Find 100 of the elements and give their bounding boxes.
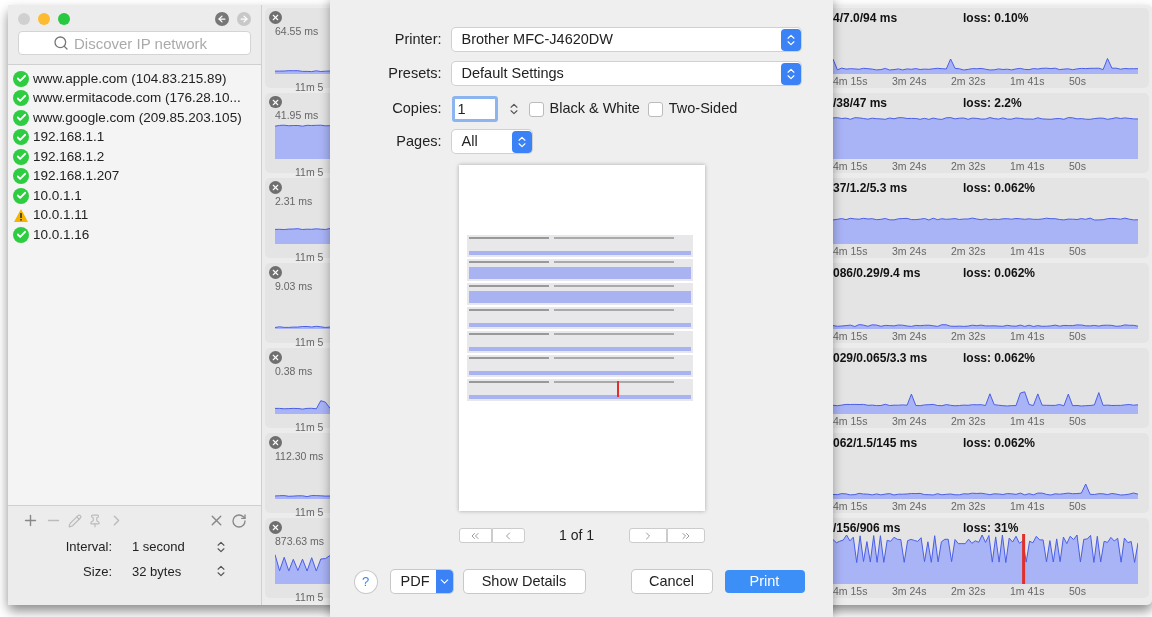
close-icon[interactable] [269,436,282,449]
host-list-item[interactable]: 192.168.1.2 [13,147,256,167]
setting-value[interactable]: 32 bytes [132,561,214,581]
checkbox-label: Black & White [549,99,640,119]
axis-tick-label: 4m 15s [833,584,869,598]
max-latency-label: 112.30 ms [274,449,325,464]
axis-tick-label: 50s [1069,499,1087,513]
previous-page-button[interactable] [491,528,525,543]
latency-sparkline [275,325,330,329]
forward-icon[interactable] [237,12,251,26]
axis-tick-label: 3m 24s [892,244,928,258]
loss-label: loss: 2.2% [963,95,1022,108]
close-icon[interactable] [269,181,282,194]
refresh-icon[interactable] [231,512,247,529]
checkbox-label: Two-Sided [668,99,738,119]
popup-arrows-icon [780,28,801,51]
search-icon [53,35,69,51]
max-latency-label: 9.03 ms [274,279,314,294]
latency-sparkline [275,227,330,244]
latency-stats: 086/0.29/9.4 ms [833,265,922,278]
axis-tick-label: 11m 5 [295,591,324,603]
field-label: Copies: [391,99,443,119]
axis-tick-label: 2m 32s [951,244,987,258]
axis-tick-label: 4m 15s [833,329,869,343]
max-latency-label: 41.95 ms [274,108,320,124]
add-icon[interactable] [22,512,39,529]
axis-tick-label: 1m 41s [1010,499,1046,513]
field-label: Presets: [387,63,443,83]
pencil-icon[interactable] [68,513,82,528]
axis-tick-label: 11m 5 [295,506,324,518]
axis-tick-label: 50s [1069,584,1087,598]
latency-stats: /38/47 ms [833,95,889,108]
window-zoom-control[interactable] [58,13,70,25]
axis-tick-label: 4m 15s [833,499,869,513]
pin-icon[interactable] [88,513,102,528]
axis-tick-label: 4m 15s [833,159,869,173]
close-icon[interactable] [269,266,282,279]
axis-tick-label: 11m 5 [295,251,324,263]
axis-tick-label: 1m 41s [1010,414,1046,428]
axis-tick-label: 11m 5 [295,421,324,433]
close-icon[interactable] [269,351,282,364]
axis-tick-label: 1m 41s [1010,74,1046,88]
caret-icon [435,570,453,593]
popup-menu[interactable]: Brother MFC-J4620DW [451,28,801,51]
close-icon[interactable] [269,96,282,109]
axis-tick-label: 4m 15s [833,414,869,428]
host-list-item[interactable]: www.apple.com (104.83.215.89) [13,69,256,89]
pdf-menu-button[interactable]: PDF [390,570,453,593]
latency-stats: 062/1.5/145 ms [833,435,919,448]
setting-label: Interval: [64,538,112,556]
popup-menu[interactable]: Default Settings [451,62,801,85]
axis-tick-label: 4m 15s [833,244,869,258]
loss-label: loss: 0.062% [963,265,1036,278]
loss-label: loss: 0.062% [963,350,1036,363]
loss-label: loss: 31% [963,520,1019,533]
axis-tick-label: 11m 5 [295,81,324,93]
host-list-item[interactable]: 192.168.1.1 [13,127,256,147]
checkbox[interactable] [647,101,663,117]
latency-stats: /156/906 ms [833,520,902,533]
setting-value[interactable]: 1 second [132,537,214,557]
dialog-button[interactable]: Cancel [631,570,712,593]
axis-tick-label: 50s [1069,74,1087,88]
axis-tick-label: 3m 24s [892,584,928,598]
help-button[interactable]: ? [354,570,377,593]
axis-tick-label: 1m 41s [1010,329,1046,343]
host-list-item[interactable]: 10.0.1.11 [13,205,256,225]
host-list-item[interactable]: 192.168.1.207 [13,166,256,186]
checkbox[interactable] [528,101,544,117]
host-list-item[interactable]: www.google.com (209.85.203.105) [13,108,256,128]
search-field[interactable]: Discover IP network [18,31,251,55]
close-icon[interactable] [269,521,282,534]
last-page-button[interactable] [666,528,705,543]
latency-sparkline [275,69,330,74]
latency-stats: 029/0.065/3.3 ms [833,350,929,363]
next-page-button[interactable] [628,528,667,543]
loss-label: loss: 0.10% [963,10,1029,23]
back-icon[interactable] [215,12,229,26]
axis-tick-label: 2m 32s [951,74,987,88]
copies-field[interactable]: 1 [451,96,498,122]
axis-tick-label: 2m 32s [951,499,987,513]
axis-tick-label: 1m 41s [1010,584,1046,598]
axis-tick-label: 1m 41s [1010,244,1046,258]
axis-tick-label: 3m 24s [892,329,928,343]
max-latency-label: 0.38 ms [274,364,314,379]
axis-tick-label: 2m 32s [951,584,987,598]
host-list-item[interactable]: 10.0.1.1 [13,186,256,206]
first-page-button[interactable] [458,528,492,543]
host-list-item[interactable]: www.ermitacode.com (176.28.10... [13,88,256,108]
latency-sparkline [275,124,330,159]
latency-stats: 37/1.2/5.3 ms [833,180,909,193]
popup-arrows-icon [780,62,801,85]
field-label: Pages: [395,131,443,151]
host-list-item[interactable]: 10.0.1.16 [13,225,256,245]
popup-menu[interactable]: All [451,130,532,153]
close-icon[interactable] [269,11,282,24]
max-latency-label: 873.63 ms [274,534,326,549]
dialog-button[interactable]: Show Details [463,570,585,593]
warning-icon [13,207,29,223]
axis-tick-label: 4m 15s [833,74,869,88]
axis-tick-label: 2m 32s [951,159,987,173]
